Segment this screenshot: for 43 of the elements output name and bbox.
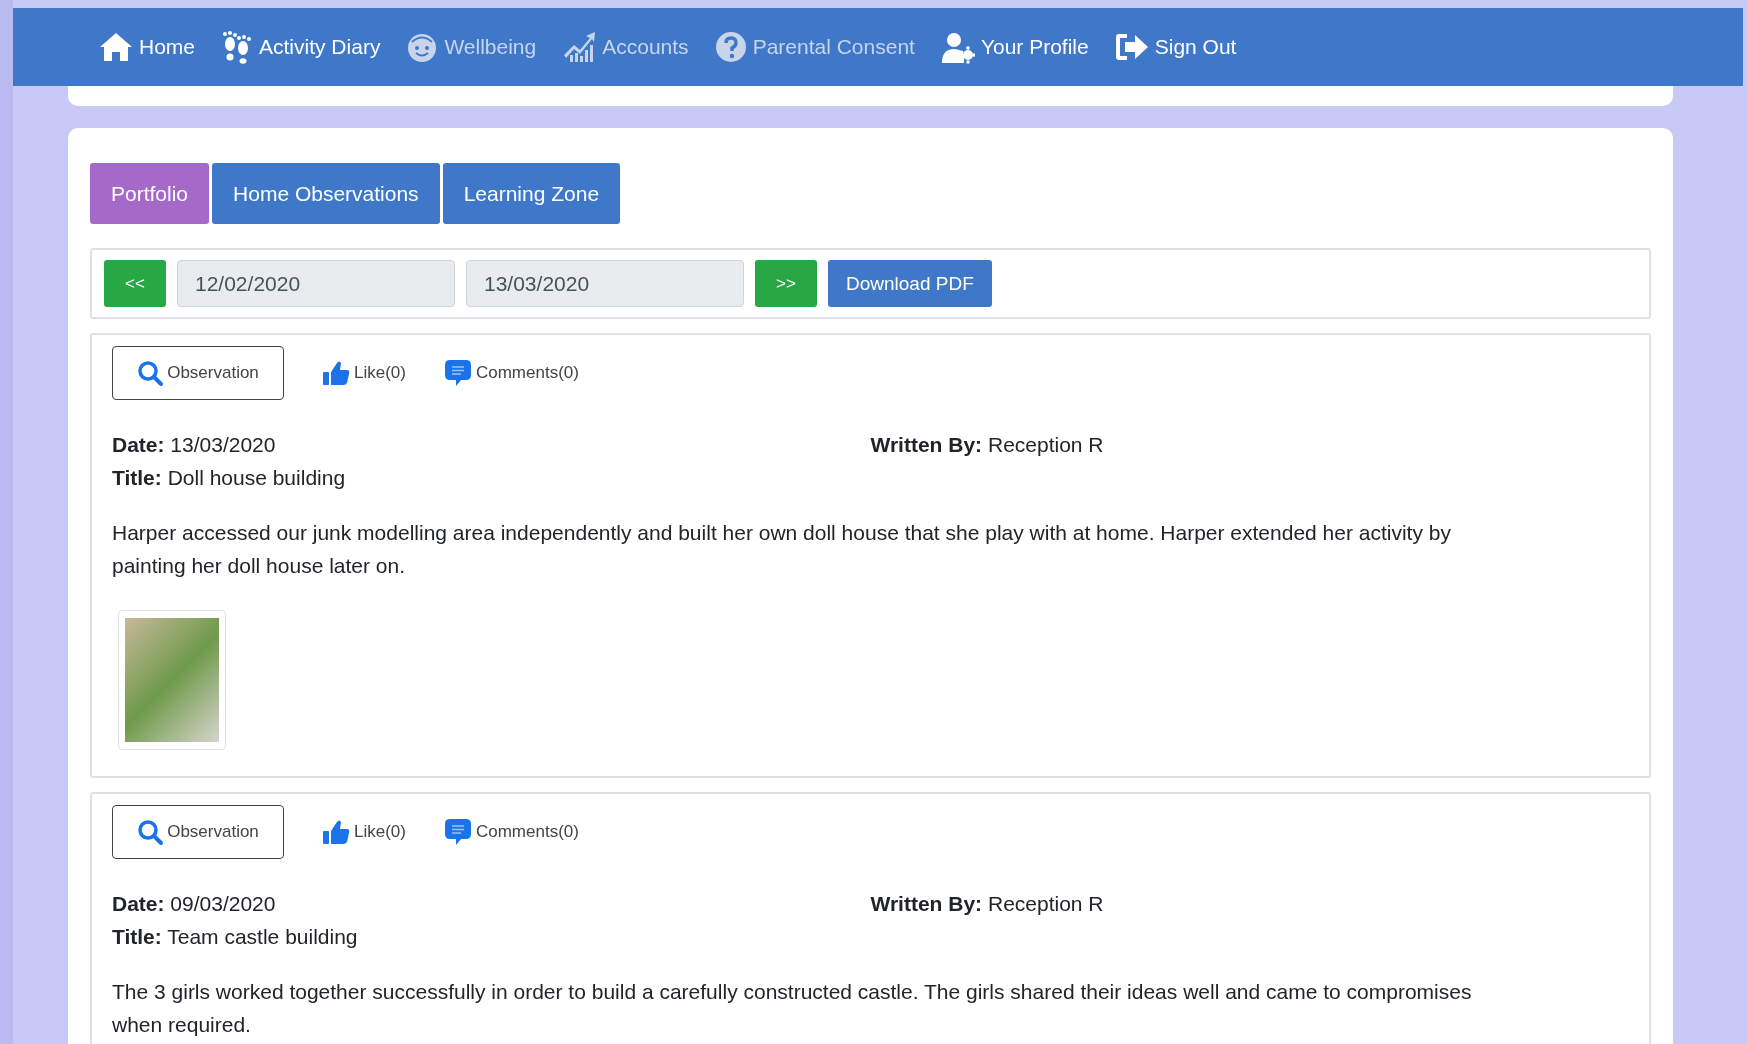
footprints-icon (221, 30, 254, 64)
thumbs-up-icon (322, 819, 350, 845)
like-link[interactable]: Like(0) (322, 819, 406, 845)
comments-link[interactable]: Comments(0) (443, 359, 579, 387)
nav-link[interactable]: Accounts (562, 31, 689, 63)
search-icon (137, 819, 164, 845)
date-text: Date: 13/03/2020 (112, 432, 277, 458)
observation-text: The 3 girls worked together successfully in order to build a carefully constructed castle. The girls shared their ideas well and came to compromises when required. (112, 979, 1473, 1038)
next-button[interactable]: >> (755, 260, 817, 307)
nav-link[interactable]: Home (99, 31, 196, 63)
photo-thumbnail[interactable] (118, 610, 226, 750)
download-pdf-button[interactable]: Download PDF (828, 260, 992, 307)
search-icon (137, 360, 164, 386)
observation-text: Harper accessed our junk modelling area independently and built her own doll house that she play with at home. Harper extended her activity by painting her doll house later on. (112, 520, 1452, 579)
start-date-field[interactable]: 12/02/2020 (177, 260, 455, 307)
tab[interactable]: Home Observations (212, 163, 440, 224)
author-text: Written By: Reception R (870, 891, 1105, 917)
sign-out-icon (1114, 32, 1149, 62)
observation-button[interactable]: Observation (112, 346, 284, 400)
previous-button[interactable]: << (104, 260, 166, 307)
nav-link[interactable]: Your Profile (940, 30, 1089, 64)
tab[interactable]: Learning Zone (442, 163, 621, 224)
question-icon (714, 31, 747, 63)
author-text: Written By: Reception R (870, 432, 1105, 458)
like-link[interactable]: Like(0) (322, 360, 406, 386)
title-text: Title: Team castle building (112, 924, 359, 950)
house-icon (99, 31, 133, 63)
rising-chart-icon (562, 31, 597, 63)
title-text: Title: Doll house building (112, 465, 347, 491)
nav-link[interactable]: Parental Consent (714, 31, 915, 63)
speech-bubble-icon (443, 818, 472, 846)
child-face-icon (406, 31, 439, 63)
nav-link[interactable]: Sign Out (1114, 32, 1237, 62)
end-date-field[interactable]: 13/03/2020 (466, 260, 744, 307)
tab[interactable]: Portfolio (90, 163, 210, 224)
date-text: Date: 09/03/2020 (112, 891, 277, 917)
person-gear-icon (940, 30, 975, 64)
nav-link[interactable]: Activity Diary (221, 30, 381, 64)
speech-bubble-icon (443, 359, 472, 387)
thumbs-up-icon (322, 360, 350, 386)
observation-button[interactable]: Observation (112, 805, 284, 859)
comments-link[interactable]: Comments(0) (443, 818, 579, 846)
nav-link[interactable]: Wellbeing (406, 31, 537, 63)
